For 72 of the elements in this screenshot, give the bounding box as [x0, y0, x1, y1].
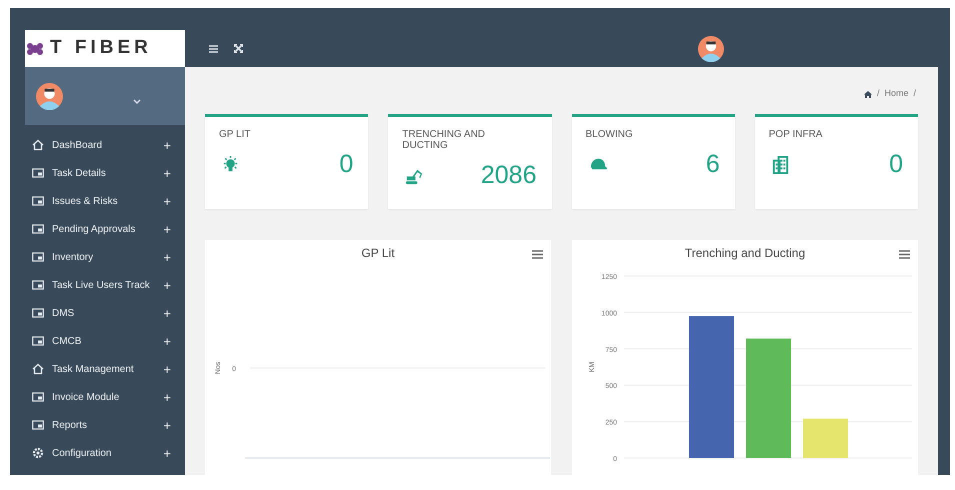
stat-title: TRENCHING AND DUCTING	[402, 129, 486, 151]
sidebar-label: Configuration	[52, 446, 112, 460]
sidebar-label: Invoice Module	[52, 390, 120, 404]
sidebar-item[interactable]: Issues & Risks +	[25, 187, 185, 215]
expand-toggle[interactable]: +	[163, 166, 171, 180]
gear-icon	[32, 447, 44, 459]
sidebar-label: Task Management	[52, 362, 135, 376]
chart-menu-icon[interactable]	[532, 250, 543, 259]
fullscreen-icon[interactable]	[234, 44, 243, 53]
expand-toggle[interactable]: +	[163, 278, 171, 292]
menu-icon[interactable]	[209, 44, 218, 52]
sidebar-item[interactable]: DMS +	[25, 299, 185, 327]
sidebar-label: Reports	[52, 418, 88, 432]
window-icon	[32, 251, 44, 263]
sidebar-label: DMS	[52, 306, 76, 320]
expand-toggle[interactable]: +	[163, 250, 171, 264]
expand-toggle[interactable]: +	[163, 194, 171, 208]
flower-logo-icon	[26, 42, 44, 56]
building-icon	[770, 154, 791, 174]
breadcrumb-link[interactable]: Home	[884, 87, 908, 101]
expand-toggle[interactable]: +	[163, 446, 171, 460]
chevron-down-icon[interactable]	[133, 99, 141, 104]
expand-toggle[interactable]: +	[163, 138, 171, 152]
chart-menu-icon[interactable]	[899, 250, 910, 259]
window-icon	[32, 391, 44, 403]
stat-title: GP LIT	[219, 129, 252, 140]
stat-title: BLOWING	[586, 129, 634, 140]
expand-toggle[interactable]: +	[163, 390, 171, 404]
sidebar-item[interactable]: Reports +	[25, 411, 185, 439]
home-icon	[32, 139, 44, 151]
window-icon	[32, 279, 44, 291]
avatar-icon[interactable]	[698, 36, 724, 62]
sidebar-label: CMCB	[52, 334, 82, 348]
window-icon	[32, 419, 44, 431]
expand-toggle[interactable]: +	[163, 362, 171, 376]
window-icon	[32, 195, 44, 207]
breadcrumb-separator: /	[913, 87, 916, 100]
expand-toggle[interactable]: +	[163, 222, 171, 236]
stat-title: POP INFRA	[768, 129, 824, 140]
sidebar-label: Task Details	[52, 166, 107, 180]
stat-value: 0	[339, 152, 354, 177]
sidebar-item[interactable]: Inventory +	[25, 243, 185, 271]
sidebar-label: Issues & Risks	[52, 194, 119, 208]
sidebar-label: Task Live Users Track	[52, 278, 151, 292]
expand-toggle[interactable]: +	[163, 418, 171, 432]
sidebar-label: Pending Approvals	[52, 222, 136, 236]
chart-title: Trenching and Ducting	[684, 245, 806, 262]
sidebar-label: DashBoard	[52, 138, 104, 152]
sidebar-item[interactable]: Invoice Module +	[25, 383, 185, 411]
expand-toggle[interactable]: +	[163, 334, 171, 348]
avatar-icon	[36, 83, 63, 110]
sidebar-item[interactable]: Configuration +	[25, 439, 185, 467]
stat-value: 2086	[480, 163, 536, 188]
sidebar-item[interactable]: Task Management +	[25, 355, 185, 383]
home-icon[interactable]	[864, 90, 872, 98]
chart-title: GP Lit	[361, 245, 395, 262]
window-icon	[32, 335, 44, 347]
stat-value: 0	[889, 152, 903, 177]
sidebar-item[interactable]: DashBoard +	[25, 131, 185, 159]
home-icon	[32, 363, 44, 375]
stat-value: 6	[706, 152, 720, 177]
sidebar-item[interactable]: CMCB +	[25, 327, 185, 355]
sidebar-label: Inventory	[52, 250, 94, 264]
sidebar-item[interactable]: Task Live Users Track +	[25, 271, 185, 299]
expand-toggle[interactable]: +	[163, 306, 171, 320]
window-icon	[32, 167, 44, 179]
sidebar-item[interactable]: Pending Approvals +	[25, 215, 185, 243]
window-icon	[32, 223, 44, 235]
logo-text: T FIBER	[50, 36, 152, 60]
sidebar-item[interactable]: Task Details +	[25, 159, 185, 187]
window-icon	[32, 307, 44, 319]
breadcrumb-separator: /	[876, 87, 880, 100]
